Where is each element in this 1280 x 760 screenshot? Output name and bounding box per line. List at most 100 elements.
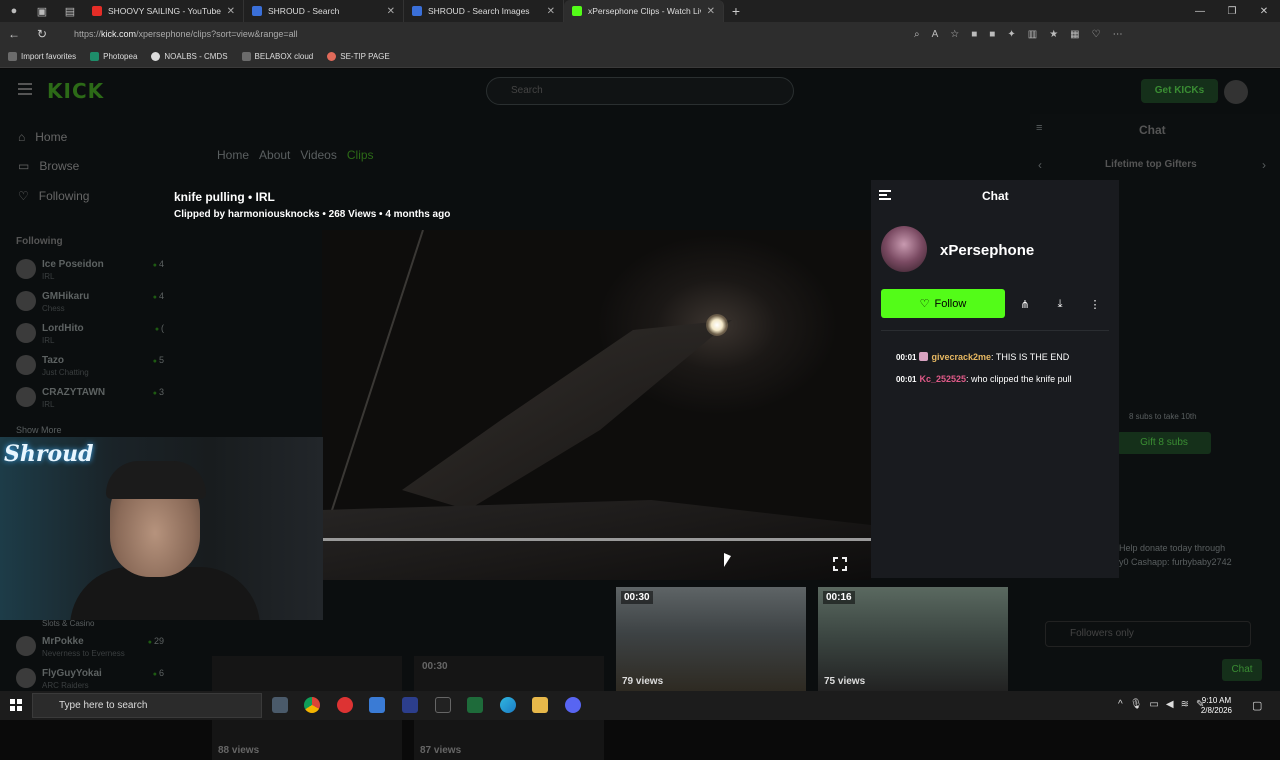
- cashapp-text: y0 Cashapp: furbybaby2742: [1119, 557, 1232, 567]
- refresh-icon[interactable]: ↻: [28, 27, 56, 41]
- sidebar-item-following[interactable]: ♡ Following: [18, 189, 89, 203]
- tab-youtube[interactable]: SHOOVY SAILING - YouTube ✕: [84, 0, 244, 22]
- collapse-chat-icon[interactable]: ≡: [1036, 122, 1042, 134]
- viewer-count: 3: [153, 387, 164, 397]
- chat-title: Chat: [982, 189, 1009, 203]
- sidebar-item-browse[interactable]: ▭ Browse: [18, 159, 79, 173]
- excel-icon[interactable]: [467, 697, 483, 713]
- obs-icon[interactable]: [337, 697, 353, 713]
- sidebar-item-home[interactable]: ⌂ Home: [18, 130, 67, 144]
- chevron-right-icon[interactable]: ›: [1262, 158, 1266, 172]
- channel-name: GMHikaru: [42, 291, 90, 302]
- back-icon[interactable]: ←: [0, 27, 28, 41]
- close-tab-icon[interactable]: ✕: [387, 6, 395, 17]
- follow-button[interactable]: ♡ Follow: [881, 289, 1005, 318]
- clip-views: 79 views: [622, 676, 664, 687]
- collections-icon[interactable]: ▦: [1070, 29, 1079, 40]
- tab-kick-clips[interactable]: xPersephone Clips - Watch Live c ✕: [564, 0, 724, 22]
- tab-videos[interactable]: Videos: [300, 148, 336, 162]
- browser-tab-strip: ● ▣ ▤ SHOOVY SAILING - YouTube ✕ SHROUD …: [0, 0, 1280, 22]
- extensions-puzzle-icon[interactable]: ✦: [1007, 29, 1015, 40]
- avatar: [16, 291, 36, 311]
- volume-icon[interactable]: ◀: [1166, 699, 1174, 710]
- message-user[interactable]: Kc_252525: [919, 374, 966, 384]
- search-input[interactable]: Search: [486, 77, 794, 105]
- close-tab-icon[interactable]: ✕: [227, 6, 235, 17]
- progress-bar[interactable]: [322, 538, 871, 541]
- bookmark-photopea[interactable]: Photopea: [90, 52, 137, 61]
- chat-input[interactable]: Followers only: [1045, 621, 1251, 647]
- zoom-icon[interactable]: ⌕: [914, 29, 920, 40]
- notifications-icon[interactable]: ▢: [1252, 699, 1262, 712]
- task-view-icon[interactable]: [272, 697, 288, 713]
- fullscreen-icon[interactable]: [832, 556, 848, 572]
- tab-clips[interactable]: Clips: [347, 148, 374, 162]
- share-icon[interactable]: ⋔: [1014, 293, 1036, 315]
- tab-about[interactable]: About: [259, 148, 290, 162]
- channel-name[interactable]: xPersephone: [940, 242, 1034, 259]
- edge-icon[interactable]: [500, 697, 516, 713]
- close-window-icon[interactable]: ✕: [1248, 6, 1280, 17]
- browser-essentials-icon[interactable]: ♡: [1092, 29, 1101, 40]
- download-icon[interactable]: ⤓: [1049, 293, 1071, 315]
- windows-start-icon[interactable]: [10, 699, 22, 711]
- collapse-icon[interactable]: [879, 190, 891, 200]
- url-field[interactable]: https://kick.com/xpersephone/clips?sort=…: [74, 29, 894, 39]
- file-explorer-icon[interactable]: [532, 697, 548, 713]
- network-icon[interactable]: ▭: [1149, 699, 1158, 710]
- bookmark-import[interactable]: Import favorites: [8, 52, 76, 61]
- bookmark-noalbs[interactable]: NOALBS - CMDS: [151, 52, 228, 61]
- menu-icon[interactable]: ⋯: [1113, 29, 1123, 40]
- send-chat-button[interactable]: Chat: [1222, 659, 1262, 681]
- chevron-up-icon[interactable]: ^: [1118, 699, 1123, 710]
- chevron-left-icon[interactable]: ‹: [1038, 158, 1042, 172]
- store-icon[interactable]: [369, 697, 385, 713]
- chrome-icon[interactable]: [304, 697, 320, 713]
- more-options-icon[interactable]: ⋮: [1084, 293, 1106, 315]
- tab-shroud-search[interactable]: SHROUD - Search ✕: [244, 0, 404, 22]
- clock[interactable]: 9:10 AM 2/8/2026: [1201, 696, 1232, 716]
- workspaces-icon[interactable]: ▣: [28, 0, 56, 22]
- restore-icon[interactable]: ❐: [1216, 6, 1248, 17]
- bookmark-se-tip[interactable]: SE-TIP PAGE: [327, 52, 390, 61]
- gift-subs-button[interactable]: Gift 8 subs: [1117, 432, 1211, 454]
- clock-time: 9:10 AM: [1201, 696, 1232, 705]
- read-aloud-icon[interactable]: A: [932, 29, 939, 40]
- video-player[interactable]: [322, 230, 871, 580]
- tab-shroud-images[interactable]: SHROUD - Search Images ✕: [404, 0, 564, 22]
- favorites-icon[interactable]: ★: [1049, 29, 1058, 40]
- show-more-link[interactable]: Show More: [16, 425, 62, 435]
- notion-icon[interactable]: [402, 697, 418, 713]
- close-tab-icon[interactable]: ✕: [707, 6, 715, 17]
- clip-thumbnail[interactable]: 00:30 79 views: [616, 587, 806, 691]
- bookmark-belabox[interactable]: BELABOX cloud: [241, 52, 313, 61]
- hamburger-menu-icon[interactable]: [18, 83, 32, 95]
- epic-games-icon[interactable]: [435, 697, 451, 713]
- microphone-icon[interactable]: 🎙: [1130, 699, 1143, 710]
- viewer-count: (: [155, 323, 164, 333]
- get-kicks-button[interactable]: Get KICKs: [1141, 79, 1218, 103]
- kick-logo[interactable]: KICK: [47, 79, 104, 103]
- channel-name: LordHito: [42, 323, 84, 334]
- avatar[interactable]: [881, 226, 927, 272]
- webcam-person: [106, 461, 206, 499]
- favorite-star-icon[interactable]: ☆: [950, 29, 959, 40]
- extension-icon[interactable]: ■: [971, 29, 977, 40]
- minimize-icon[interactable]: —: [1184, 6, 1216, 17]
- close-tab-icon[interactable]: ✕: [547, 6, 555, 17]
- clip-thumbnail[interactable]: 00:16 75 views: [818, 587, 1008, 691]
- message-time: 00:01: [896, 375, 917, 384]
- tab-home[interactable]: Home: [217, 148, 249, 162]
- extension-icon[interactable]: ■: [989, 29, 995, 40]
- taskbar-search-input[interactable]: Type here to search: [32, 693, 262, 718]
- wifi-icon[interactable]: ≋: [1181, 699, 1189, 710]
- tab-actions-icon[interactable]: ▤: [56, 0, 84, 22]
- profile-icon[interactable]: ●: [0, 0, 28, 22]
- message-user[interactable]: givecrack2me: [931, 352, 991, 362]
- split-screen-icon[interactable]: ▥: [1028, 29, 1037, 40]
- channel-name: FlyGuyYokai: [42, 668, 102, 679]
- discord-icon[interactable]: [565, 697, 581, 713]
- new-tab-button[interactable]: +: [724, 3, 748, 19]
- user-avatar[interactable]: [1224, 80, 1248, 104]
- follow-label: Follow: [934, 297, 967, 310]
